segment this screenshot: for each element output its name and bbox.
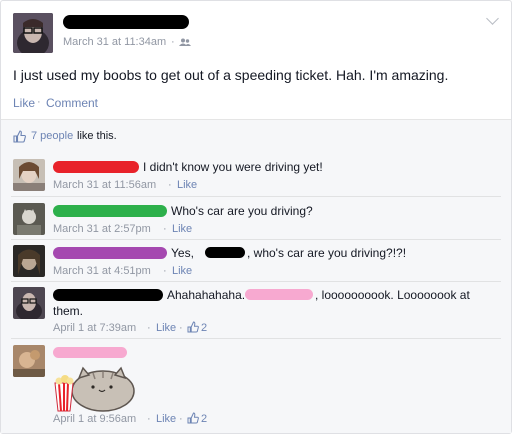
dot-separator: · [147, 413, 151, 425]
dot-separator: · [168, 179, 172, 191]
commenter-avatar[interactable] [13, 345, 45, 377]
comment-timestamp[interactable]: March 31 at 4:51pm [53, 265, 151, 277]
commenter-name-redacted[interactable] [53, 247, 167, 259]
comment-divider [11, 338, 501, 339]
dot-separator: · [179, 413, 183, 425]
dot-separator: · [37, 96, 41, 108]
likes-summary: 7 people like this. [1, 119, 511, 154]
commenter-avatar-photo [13, 203, 45, 235]
commenter-name-redacted[interactable] [53, 347, 127, 358]
commenter-avatar-photo [13, 245, 45, 277]
friends-icon[interactable] [179, 38, 191, 47]
comment-like-button[interactable]: Like [177, 179, 197, 191]
commenter-avatar-photo [13, 287, 45, 319]
thumbs-up-icon [187, 412, 199, 424]
comment-text: I didn't know you were driving yet! [143, 160, 323, 174]
dot-separator: · [163, 265, 167, 277]
commenter-name-redacted[interactable] [53, 289, 163, 301]
comment-like-button[interactable]: Like [156, 322, 176, 334]
comment-divider [11, 281, 501, 282]
comment-text: Who's car are you driving? [171, 204, 313, 218]
comment-button[interactable]: Comment [46, 96, 98, 110]
comment-text: , loooooooook. Loooooook at [315, 288, 470, 302]
comment-text: them. [53, 304, 84, 318]
thumbs-up-icon [187, 321, 199, 333]
commenter-name-redacted[interactable] [53, 205, 167, 217]
comment-divider [11, 239, 501, 240]
comment-text: Yes, [171, 246, 194, 260]
commenter-avatar[interactable] [13, 287, 45, 319]
comment-timestamp[interactable]: March 31 at 2:57pm [53, 223, 151, 235]
poster-name-redacted[interactable] [63, 15, 189, 29]
commenter-avatar-photo [13, 345, 45, 377]
mention-redacted[interactable] [245, 289, 313, 300]
comment-timestamp[interactable]: March 31 at 11:56am [53, 179, 156, 191]
comments-section: I didn't know you were driving yet! Marc… [1, 153, 511, 433]
poster-avatar[interactable] [13, 13, 53, 53]
comment-divider [11, 196, 501, 197]
comment-like-button[interactable]: Like [156, 413, 176, 425]
likes-suffix: like this. [77, 130, 117, 142]
commenter-name-redacted[interactable] [53, 161, 139, 173]
thumbs-up-icon [13, 130, 26, 143]
comment-text: , who's car are you driving?!?! [247, 246, 407, 260]
pusheen-popcorn-sticker [54, 366, 135, 412]
comment-timestamp[interactable]: April 1 at 7:39am [53, 322, 136, 334]
comment-text: Ahahahahaha. [167, 288, 246, 302]
dot-separator: · [163, 223, 167, 235]
mention-redacted[interactable] [205, 247, 245, 258]
comment-like-button[interactable]: Like [172, 265, 192, 277]
likers-link[interactable]: 7 people [31, 130, 73, 142]
commenter-avatar-photo [13, 159, 45, 191]
dot-separator: · [147, 322, 151, 334]
story-card: March 31 at 11:34am · I just used my boo… [0, 0, 512, 434]
like-button[interactable]: Like [13, 96, 35, 110]
comment-like-count[interactable]: 2 [201, 413, 207, 425]
comment-like-button[interactable]: Like [172, 223, 192, 235]
chevron-down-icon[interactable] [486, 12, 499, 25]
commenter-avatar[interactable] [13, 159, 45, 191]
comment-timestamp[interactable]: April 1 at 9:56am [53, 413, 136, 425]
dot-separator: · [179, 322, 183, 334]
poster-avatar-photo [13, 13, 53, 53]
comment-like-count[interactable]: 2 [201, 322, 207, 334]
commenter-avatar[interactable] [13, 203, 45, 235]
post-text: I just used my boobs to get out of a spe… [13, 67, 449, 83]
dot-separator: · [171, 36, 175, 48]
commenter-avatar[interactable] [13, 245, 45, 277]
post-timestamp[interactable]: March 31 at 11:34am [63, 36, 166, 48]
